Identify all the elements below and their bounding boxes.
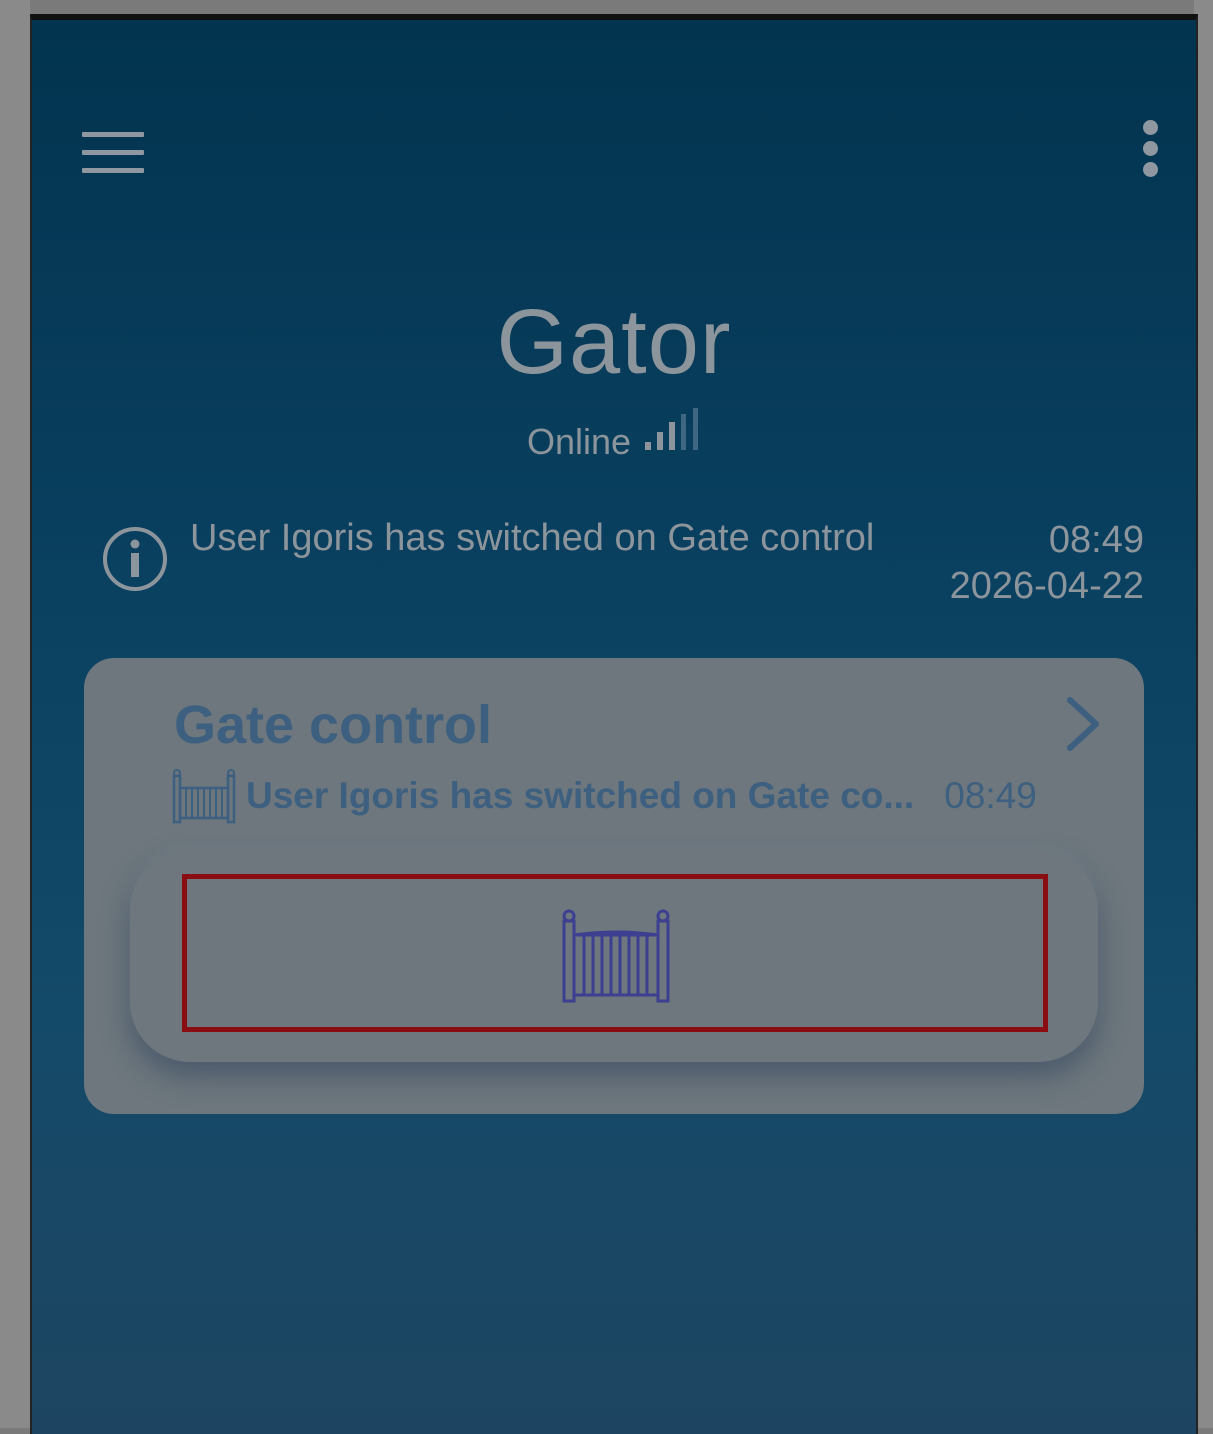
signal-strength-icon: [645, 408, 701, 463]
gate-small-icon: [172, 768, 236, 824]
info-icon: [102, 526, 168, 592]
device-status: Online: [32, 408, 1196, 463]
frame-left: [0, 0, 30, 1428]
chevron-right-icon[interactable]: [1064, 694, 1104, 754]
app-screen: Gator Online User Igoris has switched on…: [30, 14, 1198, 1434]
card-event-time: 08:49: [944, 775, 1037, 816]
kebab-menu-icon[interactable]: [1140, 120, 1160, 184]
gate-icon: [562, 909, 670, 1003]
last-event-message: User Igoris has switched on Gate control: [190, 517, 875, 559]
gate-control-card[interactable]: Gate control User Igoris has switched on…: [84, 658, 1144, 1114]
device-title: Gator: [496, 291, 732, 393]
card-title: Gate control: [174, 695, 493, 755]
last-event-time: 08:49: [1048, 519, 1144, 561]
card-last-event: User Igoris has switched on Gate co... 0…: [172, 766, 1037, 826]
status-label: Online: [526, 421, 632, 462]
gate-toggle-button[interactable]: [182, 874, 1048, 1032]
last-event-timestamp: 08:49 2026-04-22: [950, 517, 1144, 609]
card-event-text: User Igoris has switched on Gate co...: [246, 775, 915, 816]
hamburger-menu-icon[interactable]: [82, 132, 144, 178]
last-event-date: 2026-04-22: [949, 565, 1144, 607]
